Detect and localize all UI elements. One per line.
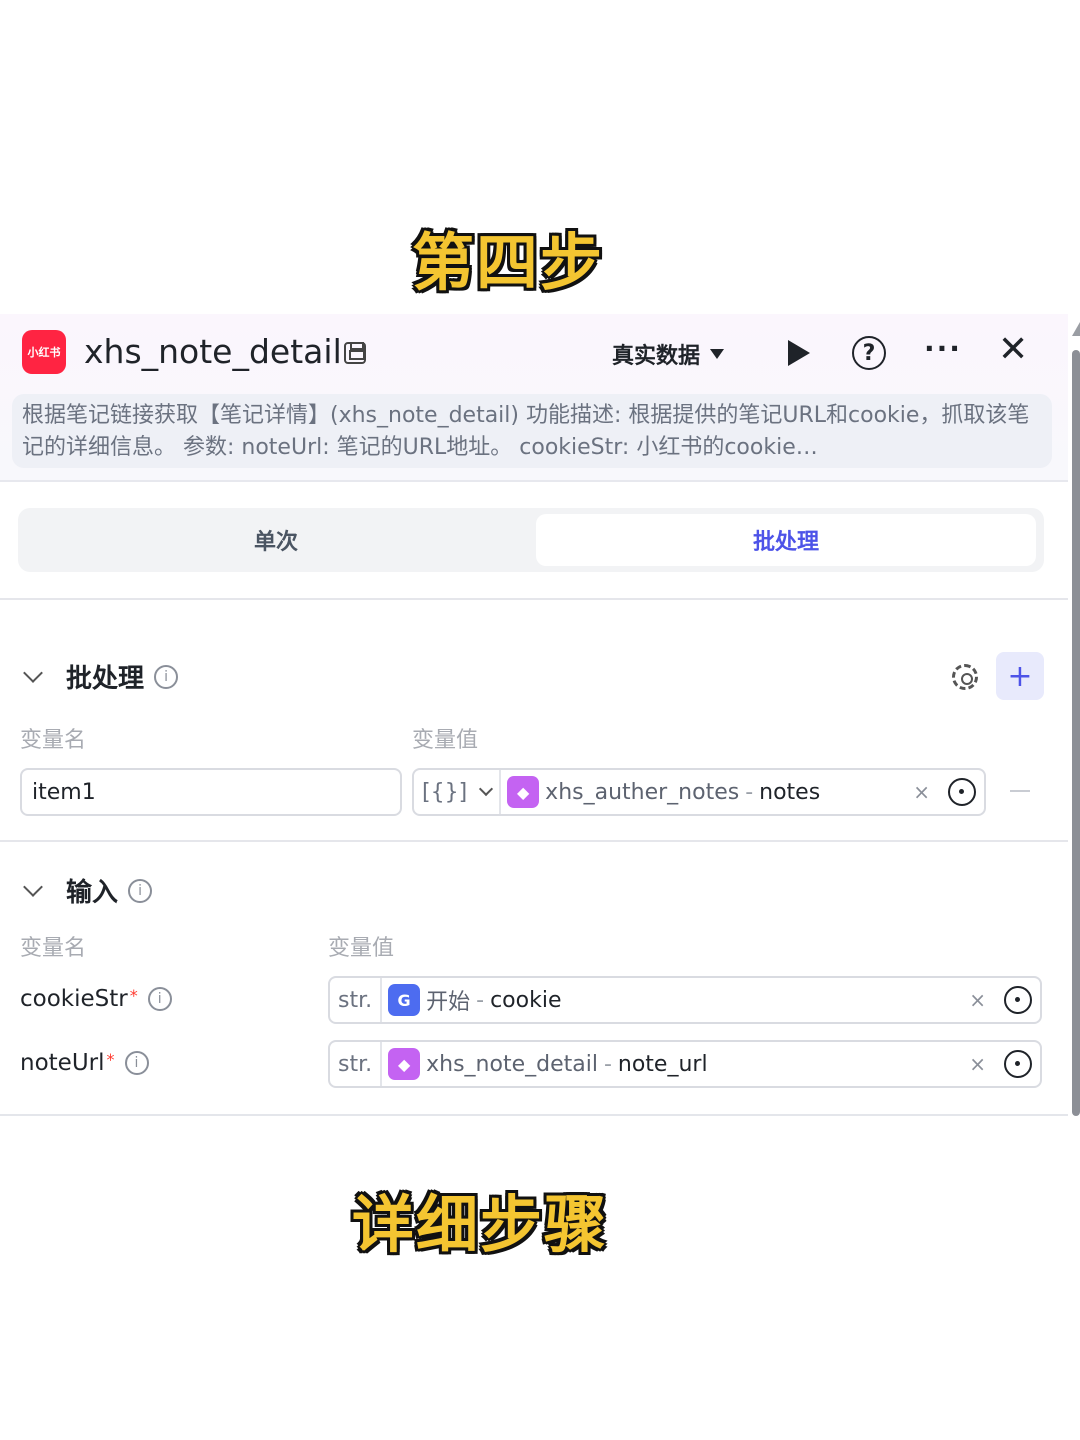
caret-down-icon [710,349,725,359]
add-batch-variable-button[interactable]: + [996,652,1044,700]
ref-field: notes [759,779,821,805]
info-icon: i [128,878,153,903]
close-icon[interactable]: ✕ [998,332,1028,368]
param-cookiestr-label: cookieStr * i [20,986,172,1012]
data-mode-select[interactable]: 真实数据 [612,338,725,370]
clear-reference-button[interactable]: × [913,780,930,804]
batch-variable-value-field[interactable]: [{}] ◆ xhs_auther_notes - notes × [412,768,986,816]
start-node-icon: G [388,984,421,1016]
data-mode-label: 真实数据 [612,344,701,369]
chevron-down-icon [23,662,43,683]
gear-icon[interactable] [952,664,978,690]
type-label: [{}] [422,779,468,805]
required-mark: * [129,986,138,1005]
batch-col-name: 变量名 [20,728,87,753]
remove-variable-button[interactable] [1010,790,1030,792]
save-icon[interactable] [344,342,366,364]
info-icon: i [154,664,179,689]
divider [0,840,1068,842]
input-section-title: 输入 [66,878,119,908]
cube-icon: ◆ [388,1048,421,1080]
caption-bottom: 详细步骤 [351,1188,608,1261]
input-col-name: 变量名 [20,936,87,961]
scrollbar-arrow[interactable] [1072,322,1080,336]
ref-node: xhs_note_detail [426,1051,598,1077]
ref-separator: - [476,987,485,1013]
cube-icon: ◆ [507,776,540,808]
type-tag: str. [330,1042,383,1086]
ref-separator: - [603,1051,612,1077]
type-select[interactable]: [{}] [414,770,502,814]
info-icon: i [124,1051,149,1075]
ref-node: 开始 [426,990,471,1015]
batch-section-header[interactable]: 批处理 i [22,658,179,695]
target-icon[interactable] [948,778,976,806]
scrollbar[interactable] [1072,350,1080,1116]
node-title: xhs_note_detail [84,332,342,371]
target-icon[interactable] [1004,986,1032,1014]
run-mode-tabs: 单次 批处理 [18,508,1044,572]
tab-single[interactable]: 单次 [26,514,526,566]
node-description: 根据笔记链接获取【笔记详情】(xhs_note_detail) 功能描述: 根据… [12,394,1052,468]
input-col-value: 变量值 [328,936,395,961]
variable-reference: G 开始 - cookie [388,984,561,1016]
ref-node: xhs_auther_notes [545,779,740,805]
ref-field: cookie [490,987,562,1013]
clear-reference-button[interactable]: × [969,988,986,1012]
param-name: noteUrl [20,1050,105,1076]
param-noteurl-label: noteUrl * i [20,1050,149,1076]
caption-top: 第四步 [411,226,604,299]
more-icon[interactable]: ··· [924,332,962,365]
input-section-header[interactable]: 输入 i [22,872,153,909]
ref-field: note_url [617,1051,708,1077]
xiaohongshu-logo: 小红书 [22,330,66,374]
variable-reference: ◆ xhs_auther_notes - notes [507,776,820,808]
param-cookiestr-value-field[interactable]: str. G 开始 - cookie × [328,976,1042,1024]
variable-reference: ◆ xhs_note_detail - note_url [388,1048,708,1080]
panel-header: 小红书 xhs_note_detail 真实数据 ? ··· ✕ 根据笔记链接获… [0,314,1068,482]
required-mark: * [106,1050,115,1069]
divider [0,598,1068,600]
node-panel: 小红书 xhs_note_detail 真实数据 ? ··· ✕ 根据笔记链接获… [0,314,1068,1116]
info-icon: i [147,987,172,1011]
type-tag: str. [330,978,383,1022]
chevron-down-icon [23,876,43,897]
clear-reference-button[interactable]: × [969,1052,986,1076]
batch-section-title: 批处理 [66,664,145,694]
batch-variable-name: item1 [32,779,96,805]
run-icon[interactable] [788,340,810,366]
param-name: cookieStr [20,986,128,1012]
tab-batch[interactable]: 批处理 [536,514,1036,566]
help-icon[interactable]: ? [852,336,886,370]
target-icon[interactable] [1004,1050,1032,1078]
chevron-down-icon [479,781,494,797]
batch-col-value: 变量值 [412,728,479,753]
ref-separator: - [745,779,754,805]
batch-variable-name-input[interactable]: item1 [20,768,402,816]
param-noteurl-value-field[interactable]: str. ◆ xhs_note_detail - note_url × [328,1040,1042,1088]
